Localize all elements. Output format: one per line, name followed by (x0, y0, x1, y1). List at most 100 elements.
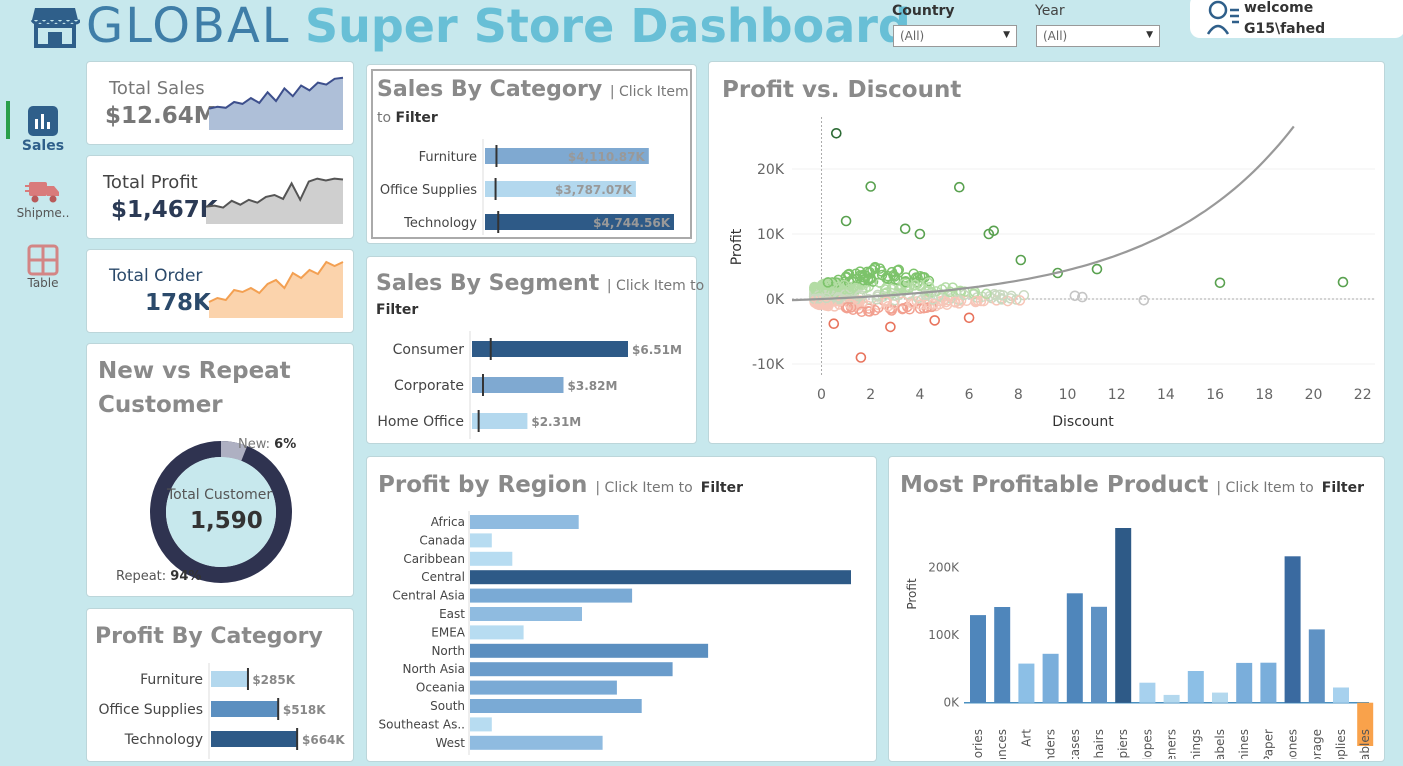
profit-vs-discount-card[interactable]: Profit vs. Discount 20K 10K 0K -10K 0 2 4 6 8 10 1… (708, 61, 1385, 444)
nav-item-shipment[interactable]: Shipme.. (8, 176, 78, 220)
year-filter-label: Year (1035, 3, 1065, 19)
profit-by-category-card[interactable]: Profit By Category Furniture $285K Office … (86, 608, 354, 762)
x-tick-label: 14 (1157, 387, 1175, 403)
product-bar (1187, 671, 1204, 703)
filter-hint: | Click Item to (595, 480, 693, 496)
x-tick-label: Copiers (1116, 729, 1130, 759)
dashboard-title: Super Store Dashboard (305, 0, 911, 53)
kpi-label: Total Sales (109, 78, 205, 99)
sales-by-category-title: Sales By Category | Click Item (377, 77, 689, 102)
y-axis-label: Profit (729, 228, 745, 265)
x-tick-label: Chairs (1092, 729, 1106, 759)
nav-item-sales[interactable]: Sales (8, 104, 78, 154)
y-tick-label: 0K (766, 292, 785, 308)
x-tick-label: 8 (1014, 387, 1023, 403)
new-vs-repeat-title-line1: New vs Repeat (98, 358, 291, 384)
sales-by-segment-card[interactable]: Sales By Segment | Click Item to Filter … (366, 256, 704, 444)
bar (472, 413, 528, 429)
bar-value-label: $285K (252, 673, 295, 687)
kpi-label: Total Profit (103, 172, 198, 193)
bar-value-label: $3,787.07K (555, 183, 633, 197)
bar-category-label: Consumer (393, 342, 465, 358)
y-tick-label: 100K (928, 628, 960, 642)
nav-label-shipment: Shipme.. (16, 206, 70, 220)
y-tick-label: -10K (752, 357, 785, 373)
year-filter-select[interactable]: (All) ▼ (1036, 25, 1160, 47)
repeat-customer-legend: Repeat: 94% (116, 569, 201, 584)
scatter-point (865, 181, 876, 192)
bar (211, 731, 298, 747)
user-panel: welcome G15\fahed (1190, 0, 1403, 38)
region-label: North (431, 644, 465, 658)
x-tick-label: 4 (915, 387, 924, 403)
sparkline-area (209, 77, 343, 130)
y-tick-label: 10K (757, 227, 785, 243)
x-tick-label: Furnishings (1189, 729, 1203, 759)
x-tick-label: Paper (1261, 729, 1275, 759)
nav-item-table[interactable]: Table (8, 244, 78, 290)
x-tick-label: Envelopes (1140, 729, 1154, 759)
sales-by-category-chart: Furniture $4,110.87K Office Supplies $3,787… (380, 139, 674, 235)
bar-category-label: Home Office (377, 414, 464, 430)
region-bar (470, 533, 492, 548)
country-filter-select[interactable]: (All) ▼ (893, 25, 1017, 47)
product-bar (1212, 692, 1228, 703)
region-bar (470, 735, 603, 750)
chevron-down-icon: ▼ (1003, 30, 1010, 40)
kpi-sparkline (208, 76, 344, 130)
sparkline-area (209, 262, 343, 318)
sales-by-segment-title: Sales By Segment | Click Item to (376, 271, 704, 296)
product-bar (1091, 606, 1107, 703)
scatter-point (828, 318, 840, 330)
scatter-point (840, 215, 852, 227)
scatter-point (899, 223, 911, 235)
bar-category-label: Corporate (394, 378, 464, 394)
x-tick-label: 6 (965, 387, 974, 403)
x-tick-label: 10 (1059, 387, 1077, 403)
region-bar (470, 515, 579, 529)
filter-hint: | Click Item to (1216, 480, 1314, 496)
kpi-card-orders[interactable]: Total Order 178K (86, 249, 354, 333)
region-bar (470, 607, 582, 621)
product-bar (1260, 662, 1277, 703)
new-vs-repeat-card[interactable]: New vs Repeat Customer Total Customer 1,… (86, 343, 354, 597)
x-tick-label: Accessories (971, 729, 985, 759)
product-bar (1163, 694, 1180, 703)
x-tick-label: Fasteners (1165, 729, 1179, 759)
region-bar (470, 625, 524, 640)
region-label: East (439, 607, 465, 621)
nav-label-table: Table (27, 276, 59, 290)
region-label: South (430, 699, 465, 713)
most-profitable-product-card[interactable]: Most Profitable Product | Click Item to … (888, 456, 1385, 762)
y-tick-label: 0K (943, 696, 960, 710)
scatter-point (885, 321, 896, 333)
region-label: Southeast As.. (379, 717, 465, 731)
bar-value-label: $2.31M (531, 415, 581, 429)
kpi-card-profit[interactable]: Total Profit $1,467K (86, 155, 354, 239)
product-bar (1284, 556, 1301, 703)
country-filter-value: (All) (900, 29, 925, 43)
y-tick-label: 20K (757, 162, 785, 178)
x-tick-label: Storage (1310, 729, 1324, 759)
sparkline-area (206, 178, 343, 224)
sales-by-category-title-text: Sales By Category (377, 77, 603, 102)
x-tick-label: Appliances (995, 729, 1009, 759)
x-tick-label: 16 (1206, 387, 1224, 403)
product-bar (1333, 687, 1349, 703)
filter-hint-bold: Filter (1321, 480, 1365, 496)
region-bar (470, 570, 851, 585)
x-tick-label: 18 (1255, 387, 1273, 403)
kpi-card-sales[interactable]: Total Sales $12.64M (86, 61, 354, 145)
table-icon (26, 244, 60, 276)
scatter-point (1091, 263, 1103, 275)
bar (211, 671, 249, 687)
profit-by-region-card[interactable]: Profit by Region | Click Item to Filter … (366, 456, 877, 762)
region-bar (470, 680, 617, 695)
region-label: North Asia (402, 662, 465, 676)
sales-by-category-card[interactable]: Sales By Category | Click Item to Filter… (366, 64, 697, 244)
product-bar (1042, 653, 1059, 703)
filter-hint: | Click Item to (606, 278, 705, 294)
profit-by-region-chart: Africa Canada Caribbean Central Central Asia… (379, 511, 851, 755)
region-label: Central Asia (392, 589, 465, 603)
kpi-value: $1,467K (111, 197, 218, 223)
